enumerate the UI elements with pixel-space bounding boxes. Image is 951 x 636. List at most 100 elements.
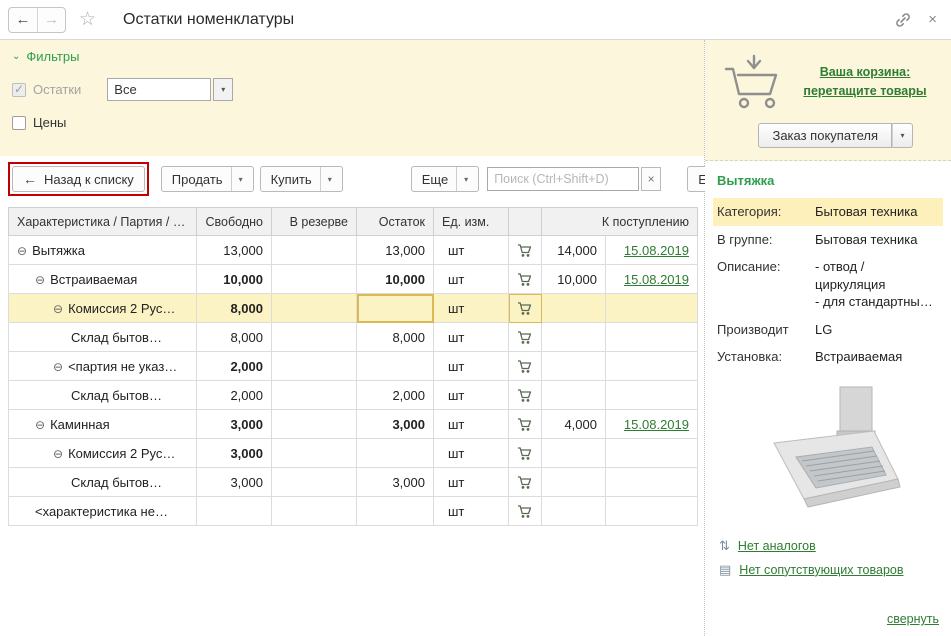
incoming-date-link[interactable]: 15.08.2019	[624, 243, 689, 258]
cart-icon[interactable]	[517, 388, 533, 403]
table-row[interactable]: Комиссия 2 Рус… 3,000 шт	[8, 438, 698, 468]
incoming-date-cell[interactable]: 15.08.2019	[605, 264, 698, 294]
chevron-down-icon[interactable]: ▾	[230, 167, 243, 191]
unit-cell[interactable]: шт	[433, 467, 509, 497]
col-header-name[interactable]: Характеристика / Партия / …	[8, 207, 197, 236]
row-name-cell[interactable]: Склад бытов…	[8, 380, 197, 410]
cart-icon[interactable]	[517, 272, 533, 287]
no-analogs-link[interactable]: Нет аналогов	[738, 539, 816, 553]
incoming-date-cell[interactable]	[605, 322, 698, 352]
rest-cell-focused[interactable]	[356, 293, 434, 323]
free-cell[interactable]: 3,000	[196, 438, 272, 468]
free-cell[interactable]: 10,000	[196, 264, 272, 294]
incoming-date-link[interactable]: 15.08.2019	[624, 272, 689, 287]
incoming-qty-cell[interactable]	[541, 438, 606, 468]
rest-cell[interactable]: 3,000	[356, 409, 434, 439]
incoming-qty-cell[interactable]	[541, 380, 606, 410]
rest-cell[interactable]: 2,000	[356, 380, 434, 410]
cart-link[interactable]: Ваша корзина: перетащите товары	[789, 63, 941, 102]
add-to-cart-cell[interactable]	[508, 409, 542, 439]
unit-cell[interactable]: шт	[433, 235, 509, 265]
add-to-cart-cell[interactable]	[508, 467, 542, 497]
free-cell[interactable]: 2,000	[196, 351, 272, 381]
unit-cell[interactable]: шт	[433, 409, 509, 439]
customer-order-button[interactable]: Заказ покупателя	[758, 123, 892, 148]
table-row[interactable]: <партия не указ… 2,000 шт	[8, 351, 698, 381]
unit-cell[interactable]: шт	[433, 322, 509, 352]
remainders-combobox-dropdown-icon[interactable]: ▾	[213, 78, 234, 101]
incoming-date-link[interactable]: 15.08.2019	[624, 417, 689, 432]
reserve-cell[interactable]	[271, 467, 357, 497]
cart-drop-area[interactable]: Ваша корзина: перетащите товары	[715, 54, 941, 110]
reserve-cell[interactable]	[271, 293, 357, 323]
free-cell[interactable]: 13,000	[196, 235, 272, 265]
table-row[interactable]: <характеристика не… шт	[8, 496, 698, 526]
remainders-combobox-value[interactable]: Все	[107, 78, 212, 101]
cart-icon[interactable]	[517, 243, 533, 258]
reserve-cell[interactable]	[271, 351, 357, 381]
col-header-unit[interactable]: Ед. изм.	[433, 207, 509, 236]
back-to-list-button[interactable]: ← Назад к списку	[12, 166, 145, 192]
clear-search-icon[interactable]: ×	[641, 167, 662, 191]
incoming-qty-cell[interactable]: 14,000	[541, 235, 606, 265]
rest-cell[interactable]: 13,000	[356, 235, 434, 265]
incoming-date-cell[interactable]	[605, 496, 698, 526]
table-row[interactable]: Склад бытов… 3,000 3,000 шт	[8, 467, 698, 497]
back-arrow-icon[interactable]: ←	[9, 8, 37, 32]
col-header-rest[interactable]: Остаток	[356, 207, 434, 236]
incoming-qty-cell[interactable]	[541, 467, 606, 497]
chevron-down-icon[interactable]: ▾	[892, 123, 913, 148]
table-row[interactable]: Склад бытов… 8,000 8,000 шт	[8, 322, 698, 352]
row-name-cell[interactable]: Вытяжка	[8, 235, 197, 265]
collapse-icon[interactable]	[53, 360, 63, 374]
add-to-cart-cell[interactable]	[508, 380, 542, 410]
add-to-cart-cell[interactable]	[508, 293, 542, 323]
rest-cell[interactable]	[356, 351, 434, 381]
reserve-cell[interactable]	[271, 438, 357, 468]
remainders-checkbox[interactable]	[12, 82, 26, 97]
cart-icon[interactable]	[517, 417, 533, 432]
table-row-selected[interactable]: Комиссия 2 Рус… 8,000 шт	[8, 293, 698, 323]
table-row[interactable]: Склад бытов… 2,000 2,000 шт	[8, 380, 698, 410]
rest-cell[interactable]: 10,000	[356, 264, 434, 294]
add-to-cart-cell[interactable]	[508, 438, 542, 468]
free-cell[interactable]	[196, 496, 272, 526]
reserve-cell[interactable]	[271, 235, 357, 265]
unit-cell[interactable]: шт	[433, 380, 509, 410]
sell-button[interactable]: Продать ▾	[160, 166, 254, 192]
more-button[interactable]: Еще ▾	[410, 166, 480, 192]
incoming-qty-cell[interactable]	[541, 351, 606, 381]
reserve-cell[interactable]	[271, 264, 357, 294]
incoming-qty-cell[interactable]	[541, 293, 606, 323]
cart-icon[interactable]	[517, 359, 533, 374]
incoming-qty-cell[interactable]	[541, 496, 606, 526]
incoming-date-cell[interactable]	[605, 351, 698, 381]
add-to-cart-cell[interactable]	[508, 351, 542, 381]
free-cell[interactable]: 2,000	[196, 380, 272, 410]
row-name-cell[interactable]: Каминная	[8, 409, 197, 439]
cart-icon[interactable]	[517, 504, 533, 519]
collapse-icon[interactable]	[53, 302, 63, 316]
incoming-date-cell[interactable]	[605, 467, 698, 497]
row-name-cell[interactable]: Комиссия 2 Рус…	[8, 438, 197, 468]
buy-button[interactable]: Купить ▾	[259, 166, 343, 192]
incoming-date-cell[interactable]: 15.08.2019	[605, 409, 698, 439]
forward-arrow-icon[interactable]: →	[37, 7, 65, 32]
unit-cell[interactable]: шт	[433, 496, 509, 526]
unit-cell[interactable]: шт	[433, 293, 509, 323]
free-cell[interactable]: 3,000	[196, 409, 272, 439]
incoming-date-cell[interactable]	[605, 438, 698, 468]
reserve-cell[interactable]	[271, 322, 357, 352]
table-row[interactable]: Вытяжка 13,000 13,000 шт 14,000 15.08.20…	[8, 235, 698, 265]
rest-cell[interactable]	[356, 438, 434, 468]
collapse-icon[interactable]	[35, 418, 45, 432]
cart-icon[interactable]	[517, 446, 533, 461]
add-to-cart-cell[interactable]	[508, 264, 542, 294]
collapse-icon[interactable]	[53, 447, 63, 461]
collapse-icon[interactable]	[17, 244, 27, 258]
free-cell[interactable]: 8,000	[196, 293, 272, 323]
cart-icon[interactable]	[517, 475, 533, 490]
close-icon[interactable]: ×	[928, 12, 937, 27]
reserve-cell[interactable]	[271, 409, 357, 439]
collapse-icon[interactable]	[35, 273, 45, 287]
